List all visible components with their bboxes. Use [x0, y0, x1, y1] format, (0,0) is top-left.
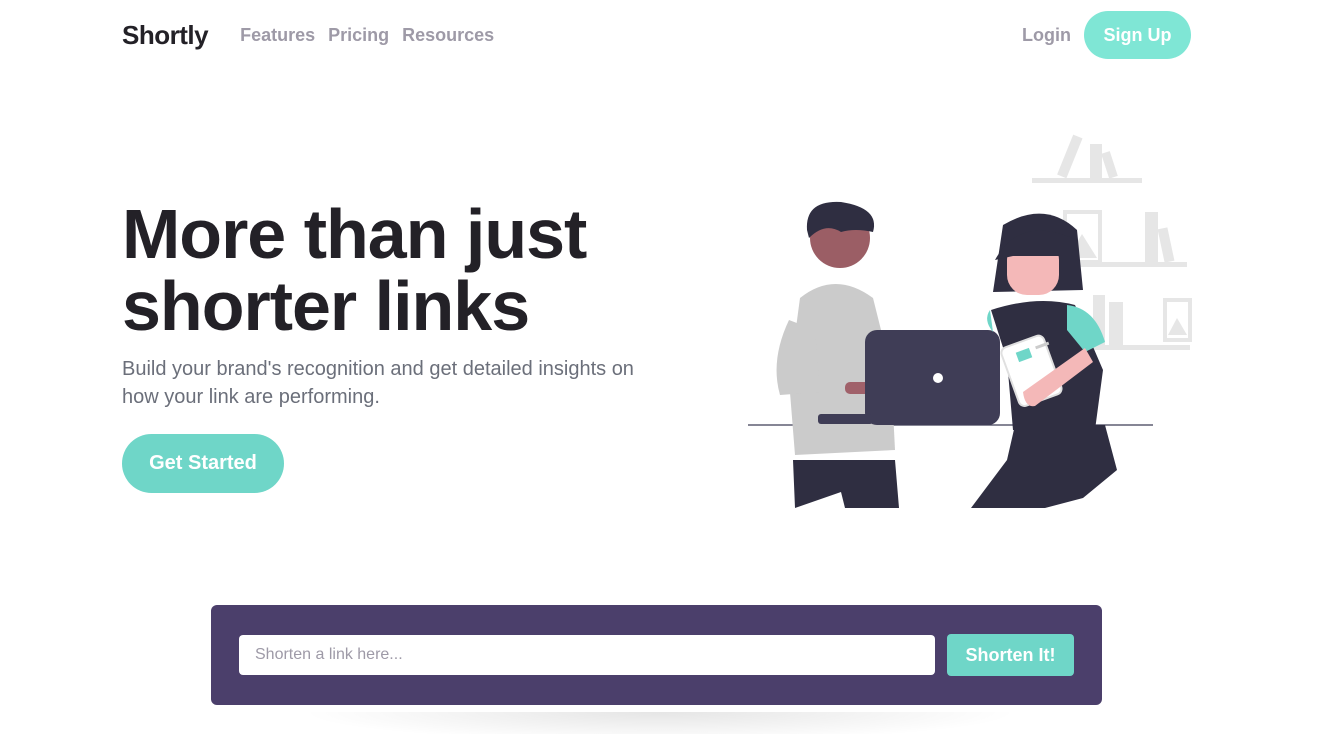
- logo[interactable]: Shortly: [122, 20, 209, 51]
- hero-subtitle: Build your brand's recognition and get d…: [122, 358, 634, 408]
- top-nav: Shortly Features Pricing Resources Login…: [122, 11, 1191, 59]
- people-working-illustration: [748, 134, 1192, 508]
- get-started-button[interactable]: Get Started: [122, 434, 284, 493]
- nav-link-resources[interactable]: Resources: [402, 25, 494, 46]
- shorten-it-button[interactable]: Shorten It!: [947, 634, 1074, 676]
- nav-link-features[interactable]: Features: [240, 25, 315, 46]
- nav-links: Features Pricing Resources: [240, 25, 494, 46]
- nav-link-pricing[interactable]: Pricing: [328, 25, 389, 46]
- landing-page: Shortly Features Pricing Resources Login…: [0, 0, 1327, 734]
- login-link[interactable]: Login: [1022, 25, 1071, 46]
- hero-title-line-2: shorter links: [122, 267, 530, 345]
- shorten-bar: Shorten It!: [211, 605, 1102, 705]
- hero-title: More than just shorter links: [122, 198, 722, 342]
- shorten-url-input[interactable]: [239, 635, 935, 675]
- hero-title-line-1: More than just: [122, 195, 587, 273]
- signup-button[interactable]: Sign Up: [1084, 11, 1191, 59]
- nav-auth: Login Sign Up: [1022, 11, 1191, 59]
- card-shadow: [300, 712, 1020, 734]
